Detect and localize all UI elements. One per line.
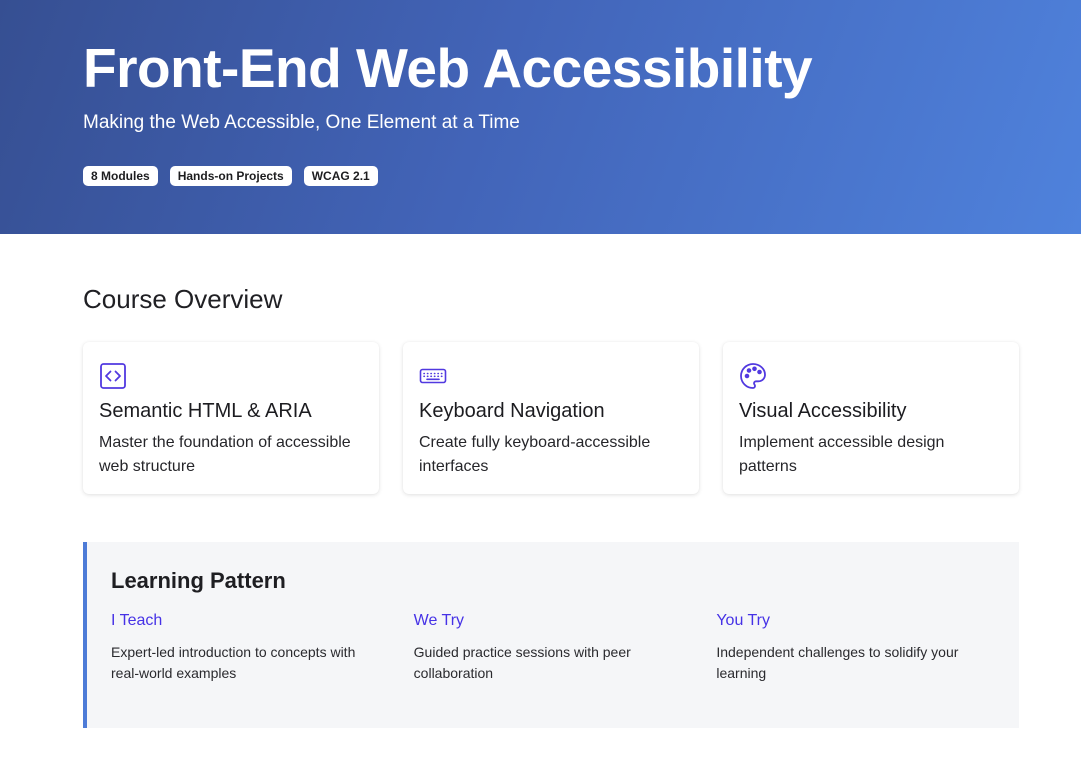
learning-step-list: I Teach Expert-led introduction to conce…: [111, 610, 1019, 684]
card-description: Implement accessible design patterns: [739, 434, 945, 475]
code-icon: [100, 363, 126, 389]
step-description: Independent challenges to solidify your …: [716, 644, 959, 681]
card-keyboard-navigation: Keyboard Navigation Create fully keyboar…: [403, 342, 699, 494]
hero-banner: Front-End Web Accessibility Making the W…: [0, 0, 1081, 234]
overview-card-list: Semantic HTML & ARIA Master the foundati…: [83, 342, 1020, 494]
step-we-try: We Try Guided practice sessions with pee…: [414, 610, 717, 684]
page-title: Front-End Web Accessibility: [83, 37, 813, 99]
step-description: Guided practice sessions with peer colla…: [413, 644, 631, 681]
step-title: We Try: [413, 612, 465, 629]
learning-pattern-panel: Learning Pattern I Teach Expert-led intr…: [83, 542, 1019, 728]
card-visual-accessibility: Visual Accessibility Implement accessibl…: [723, 342, 1019, 494]
badge-wcag: WCAG 2.1: [303, 166, 378, 186]
palette-icon: [740, 363, 766, 389]
card-description: Master the foundation of accessible web …: [99, 434, 351, 475]
card-title: Visual Accessibility: [739, 400, 907, 422]
course-overview-heading: Course Overview: [83, 284, 283, 314]
step-description: Expert-led introduction to concepts with…: [111, 644, 356, 681]
badge-modules: 8 Modules: [83, 166, 158, 186]
step-title: You Try: [716, 612, 771, 629]
learning-pattern-heading: Learning Pattern: [111, 568, 286, 593]
card-description: Create fully keyboard-accessible interfa…: [419, 434, 651, 475]
badge-list: 8 Modules Hands-on Projects WCAG 2.1: [83, 166, 378, 186]
step-title: I Teach: [111, 612, 163, 629]
hero-subtitle: Making the Web Accessible, One Element a…: [83, 112, 520, 133]
step-you-try: You Try Independent challenges to solidi…: [716, 610, 1019, 684]
card-semantic-html: Semantic HTML & ARIA Master the foundati…: [83, 342, 379, 494]
card-title: Semantic HTML & ARIA: [99, 400, 312, 422]
card-title: Keyboard Navigation: [419, 400, 605, 422]
badge-projects: Hands-on Projects: [169, 166, 292, 186]
step-i-teach: I Teach Expert-led introduction to conce…: [111, 610, 414, 684]
keyboard-icon: [419, 368, 447, 384]
